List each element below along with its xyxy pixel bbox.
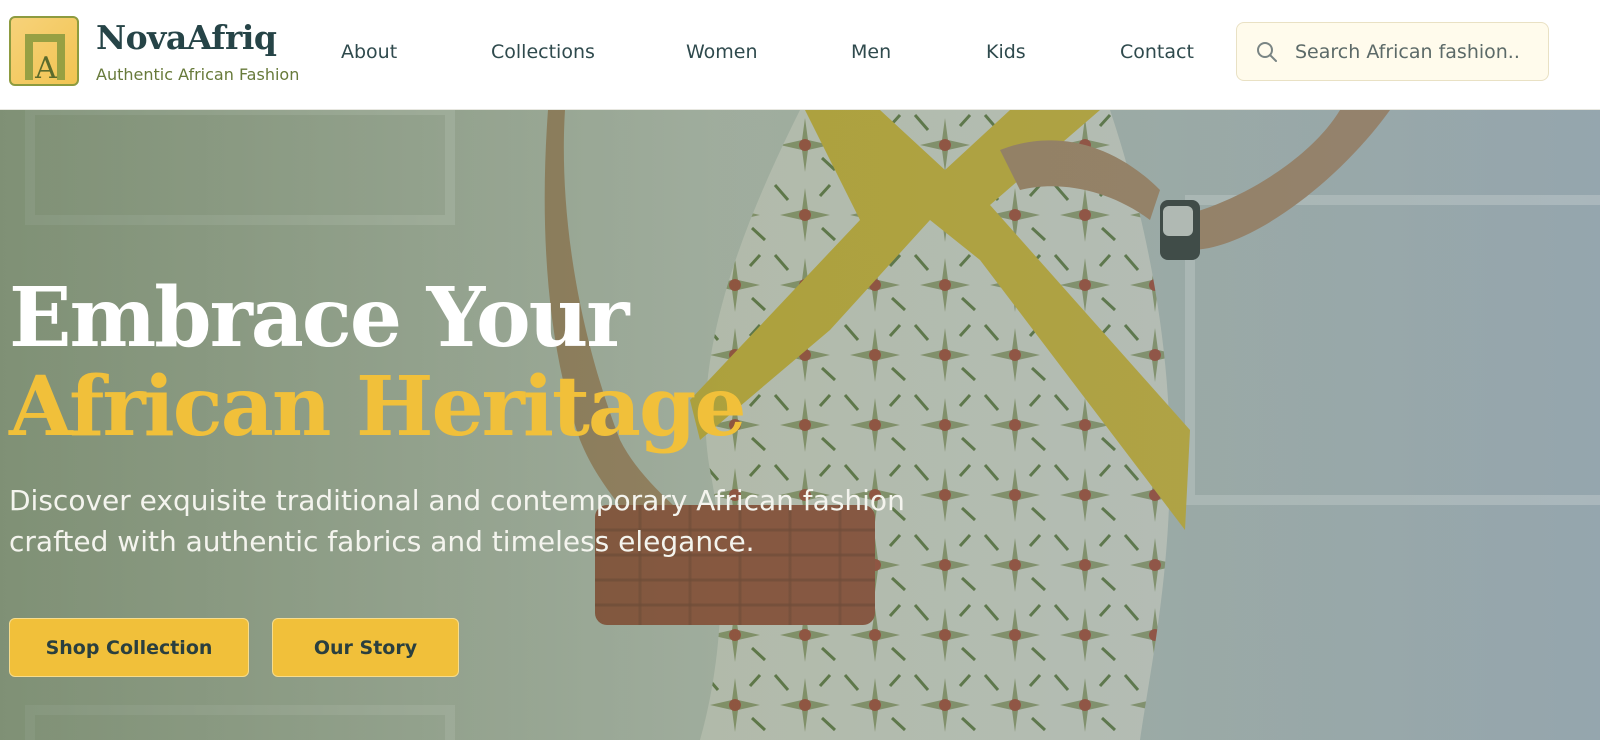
brand-tagline: Authentic African Fashion	[96, 65, 300, 84]
search-box	[1236, 22, 1549, 81]
hero-description: Discover exquisite traditional and conte…	[9, 484, 905, 558]
hero-headline-line2: African Heritage	[9, 359, 747, 455]
our-story-button[interactable]: Our Story	[272, 618, 459, 677]
nav-collections[interactable]: Collections	[491, 38, 595, 66]
search-icon[interactable]	[1255, 40, 1279, 64]
brand-logo[interactable]: A	[9, 16, 79, 86]
hero-section: Embrace Your African Heritage Discover e…	[0, 110, 1600, 740]
search-input[interactable]	[1295, 35, 1535, 69]
site-header: A NovaAfriq Authentic African Fashion Ab…	[0, 0, 1600, 110]
brand-name[interactable]: NovaAfriq	[96, 18, 277, 57]
nav-contact[interactable]: Contact	[1120, 38, 1194, 66]
logo-icon: A	[25, 34, 65, 86]
nav-women[interactable]: Women	[686, 38, 758, 66]
hero-headline-line1: Embrace Your	[9, 270, 630, 366]
nav-men[interactable]: Men	[851, 38, 891, 66]
nav-kids[interactable]: Kids	[986, 38, 1026, 66]
logo-letter: A	[34, 51, 57, 86]
shop-collection-button[interactable]: Shop Collection	[9, 618, 249, 677]
nav-about[interactable]: About	[341, 38, 397, 66]
